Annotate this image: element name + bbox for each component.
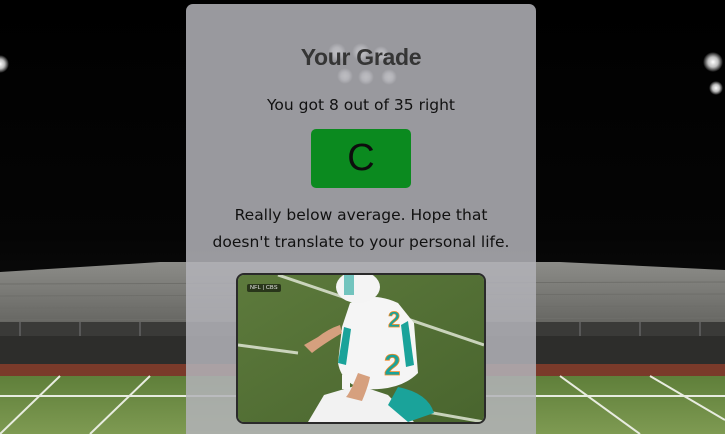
quiz-result-screen: Your Grade You got 8 out of 35 right C R… (0, 0, 725, 434)
broadcast-watermark: NFL | CBS (247, 284, 281, 292)
svg-text:2: 2 (384, 349, 401, 382)
grade-comment: Really below average. Hope that doesn't … (212, 206, 510, 251)
score-text: You got 8 out of 35 right (266, 96, 455, 114)
reaction-gif: 2 2 NFL | CBS (236, 273, 486, 424)
football-player-image: 2 2 (238, 275, 484, 422)
grade-badge: C (311, 129, 411, 188)
result-title: Your Grade (300, 44, 422, 70)
result-card: Your Grade You got 8 out of 35 right C R… (186, 4, 536, 434)
jersey-number: 2 (388, 307, 400, 332)
